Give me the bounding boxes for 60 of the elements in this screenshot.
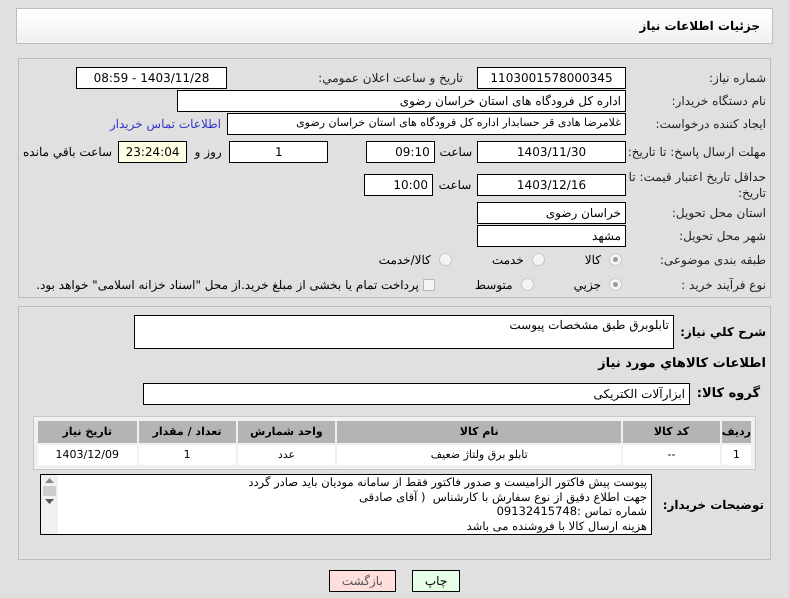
buyer-field: اداره کل فرودگاه های استان خراسان رضوی — [177, 90, 626, 112]
radio-button[interactable] — [609, 253, 622, 266]
field-label: تاریخ و ساعت اعلان عمومي: — [317, 70, 463, 86]
table-cell: -- — [623, 445, 720, 465]
remaining-label: ساعت باقي مانده — [23, 144, 112, 160]
creator-field: غلامرضا هادی قر حسابدار اداره کل فرودگاه های استان خراسان رضوی — [227, 112, 626, 134]
deadline-time-field: 09:10 — [366, 140, 435, 162]
column-header: ردیف — [722, 421, 751, 443]
checkbox[interactable] — [422, 278, 435, 290]
validity-date-field: 1403/12/16 — [477, 174, 626, 196]
deadline-date-field: 1403/11/30 — [477, 140, 626, 162]
group-field: ابزارآلات الکتریکی — [143, 383, 690, 405]
table-cell: 1 — [722, 445, 751, 465]
time-label: ساعت — [438, 144, 474, 160]
table-cell: عدد — [238, 445, 336, 465]
radio-label: جزیي — [574, 276, 601, 294]
days-label: روز و — [193, 144, 223, 160]
field-label: نام دستگاه خریدار: — [670, 92, 766, 108]
time-label: ساعت — [438, 176, 472, 194]
description-label: شرح کلي نیاز: — [679, 324, 766, 340]
payment-text: پرداخت تمام یا بخشی از مبلغ خرید.از محل "اسناد خزانه اسلامی" خواهد بود. — [36, 276, 419, 294]
notes-label: توضیحات خریدار: — [662, 496, 764, 514]
column-header: کد کالا — [623, 421, 720, 443]
contact-link[interactable]: اطلاعات تماس خریدار — [110, 114, 221, 132]
radio-label: کالا/خدمت — [378, 252, 431, 268]
field-label: ایجاد کننده درخواست: — [654, 116, 766, 132]
radio-button[interactable] — [609, 278, 622, 291]
province-field: خراسان رضوی — [477, 202, 626, 224]
column-header: نام کالا — [337, 421, 622, 443]
radio-label: کالا — [584, 252, 601, 268]
city-field: مشهد — [477, 224, 626, 246]
field-label: طبقه بندی موضوعی: — [658, 252, 766, 268]
field-label: حداقل تاریخ اعتبار قیمت: تا تاریخ: — [628, 168, 766, 200]
table-cell: تابلو برق ولتاژ ضعیف — [337, 445, 622, 465]
section-title: اطلاعات كالاهاي مورد نياز — [598, 355, 766, 374]
validity-time-field: 10:00 — [364, 174, 433, 196]
radio-button[interactable] — [438, 253, 452, 266]
table-cell: 1 — [138, 445, 236, 465]
need-number-field: 1103001578000345 — [477, 66, 626, 88]
back-button[interactable]: بازگشت — [328, 570, 396, 592]
field-label: شماره نیاز: — [708, 70, 766, 86]
radio-label: متوسط — [474, 276, 513, 294]
field-label: استان محل تحویل: — [670, 204, 766, 220]
column-header: واحد شمارش — [238, 421, 336, 443]
days-field: 1 — [229, 140, 328, 162]
column-header: تاریخ نیاز — [38, 421, 136, 443]
remaining-time-field: 23:24:04 — [118, 140, 188, 162]
radio-button[interactable] — [520, 278, 534, 291]
field-label: مهلت ارسال پاسخ: تا تاریخ: — [626, 144, 766, 160]
table-cell: 1403/12/09 — [38, 445, 136, 465]
group-label: گروه کالا: — [696, 384, 760, 404]
field-label: نوع فرآیند خرید : — [680, 276, 766, 292]
announce-date-field: 1403/11/28 - 08:59 — [76, 66, 227, 88]
field-label: شهر محل تحویل: — [678, 228, 766, 244]
column-header: تعداد / مقدار — [138, 421, 236, 443]
radio-button[interactable] — [532, 253, 545, 266]
page-title: جزئیات اطلاعات نیاز — [639, 18, 760, 35]
radio-label: خدمت — [492, 252, 524, 268]
print-button[interactable]: چاپ — [412, 570, 460, 592]
description-field[interactable]: تابلوبرق طبق مشخصات پیوست — [134, 314, 674, 348]
